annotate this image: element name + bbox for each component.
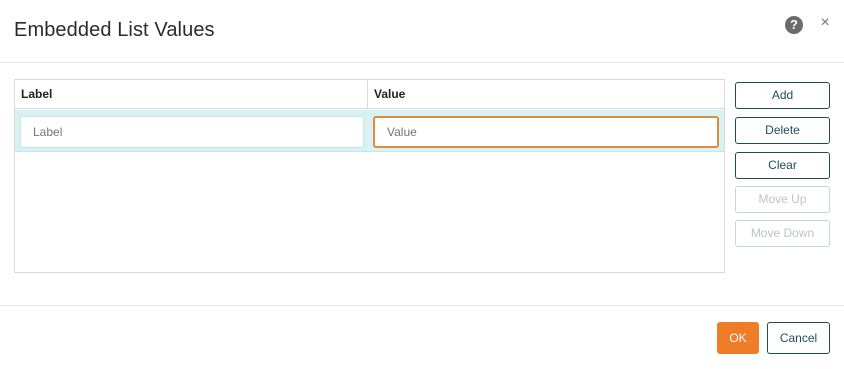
table-row[interactable] xyxy=(15,110,724,152)
move-down-button[interactable]: Move Down xyxy=(735,220,830,247)
add-button[interactable]: Add xyxy=(735,82,830,109)
close-icon[interactable]: × xyxy=(818,14,832,32)
column-header-value[interactable]: Value xyxy=(368,80,724,109)
question-circle-icon[interactable]: ? xyxy=(785,16,803,34)
footer-divider xyxy=(0,305,844,306)
list-values-grid: Label Value xyxy=(14,79,725,273)
cancel-button[interactable]: Cancel xyxy=(767,322,830,354)
label-input[interactable] xyxy=(20,116,364,148)
column-header-label[interactable]: Label xyxy=(15,80,368,109)
grid-header: Label Value xyxy=(15,80,724,109)
clear-button[interactable]: Clear xyxy=(735,152,830,179)
move-up-button[interactable]: Move Up xyxy=(735,186,830,213)
header-divider xyxy=(0,62,844,63)
value-input[interactable] xyxy=(373,116,719,148)
ok-button[interactable]: OK xyxy=(717,322,759,354)
delete-button[interactable]: Delete xyxy=(735,117,830,144)
embedded-list-values-dialog: Embedded List Values ? × Label Value Add… xyxy=(0,0,844,369)
dialog-title: Embedded List Values xyxy=(14,19,215,41)
